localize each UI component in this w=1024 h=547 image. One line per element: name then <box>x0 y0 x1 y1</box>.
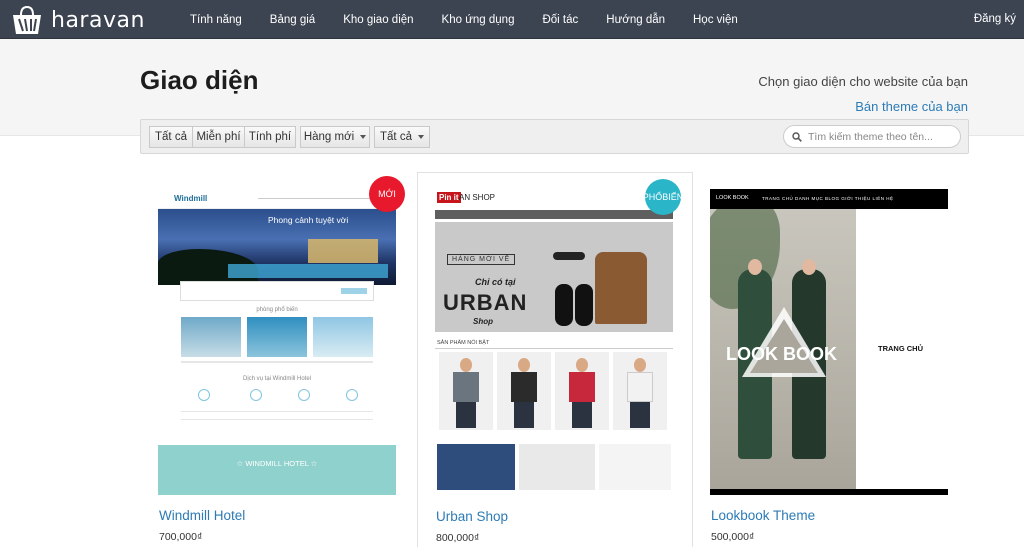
theme-search-box[interactable] <box>783 125 961 148</box>
theme-preview-lookbook[interactable]: LOOK BOOK TRANG CHỦ DANH MỤC BLOG GIỚI T… <box>710 189 948 495</box>
preview-hero-image: LOOK BOOK <box>710 209 856 489</box>
preview-service-icon <box>346 389 358 401</box>
preview-side-text: TRANG CHỦ <box>878 344 923 353</box>
preview-banner-text: ☆ WINDMILL HOTEL ☆ <box>236 459 318 468</box>
theme-card-urban[interactable]: Pin it AN SHOP HÀNG MỚI VỀ Chỉ có tại UR… <box>417 172 693 547</box>
preview-product <box>497 352 551 430</box>
shopping-bag-icon <box>13 5 41 34</box>
preview-header: LOOK BOOK TRANG CHỦ DANH MỤC BLOG GIỚI T… <box>710 189 948 209</box>
preview-service-icon <box>250 389 262 401</box>
preview-product <box>439 352 493 430</box>
preview-room-image <box>313 317 373 357</box>
preview-room-image <box>247 317 307 357</box>
preview-hero-image: HÀNG MỚI VỀ Chỉ có tại URBAN Shop <box>435 222 673 332</box>
category-dropdown-label: Tất cả <box>380 131 412 143</box>
preview-footer <box>710 489 948 495</box>
caret-down-icon <box>417 135 424 139</box>
preview-hero-big: URBAN <box>443 290 528 315</box>
theme-preview-urban[interactable]: Pin it AN SHOP HÀNG MỚI VỀ Chỉ có tại UR… <box>435 190 673 496</box>
preview-banner <box>599 444 671 490</box>
theme-price: 500,000₫ <box>711 531 755 543</box>
preview-hero-text: Phong cảnh tuyệt vời <box>268 215 349 225</box>
preview-banner <box>437 444 515 490</box>
caret-down-icon <box>360 135 367 139</box>
top-navbar: haravan Tính năng Bảng giá Kho giao diện… <box>0 0 1024 39</box>
nav-link-guides[interactable]: Hướng dẫn <box>606 14 665 26</box>
logo-text: haravan <box>51 7 145 33</box>
theme-name[interactable]: Lookbook Theme <box>711 508 815 523</box>
sell-theme-link[interactable]: Bán theme của bạn <box>855 99 968 114</box>
theme-price: 700,000₫ <box>159 531 203 543</box>
theme-name[interactable]: Urban Shop <box>436 509 508 524</box>
preview-service-icon <box>198 389 210 401</box>
search-icon <box>792 131 802 142</box>
preview-hero-text: LOOK BOOK <box>726 344 837 364</box>
nav-link-academy[interactable]: Học viện <box>693 14 738 26</box>
theme-price: 800,000₫ <box>436 532 480 544</box>
new-badge: MỚI <box>369 176 405 212</box>
theme-card-windmill[interactable]: Windmill Phong cảnh tuyệt vời phòng phổ … <box>141 172 417 547</box>
preview-banner <box>519 444 595 490</box>
sort-dropdown[interactable]: Hàng mới <box>300 126 370 148</box>
sort-dropdown-label: Hàng mới <box>303 131 355 143</box>
theme-search-input[interactable] <box>808 130 948 143</box>
popular-badge: PHỔ BIẾN <box>643 179 683 215</box>
register-link[interactable]: Đăng ký <box>974 13 1016 25</box>
preview-logo: Windmill <box>174 194 208 203</box>
preview-footer-banner: ☆ WINDMILL HOTEL ☆ <box>158 445 396 495</box>
preview-hero-image: Phong cảnh tuyệt vời <box>158 209 396 285</box>
nav-link-partners[interactable]: Đối tác <box>542 14 578 26</box>
preview-header: Windmill <box>158 189 396 209</box>
theme-preview-windmill[interactable]: Windmill Phong cảnh tuyệt vời phòng phổ … <box>158 189 396 495</box>
nav-link-apps[interactable]: Kho ứng dụng <box>442 14 515 26</box>
preview-hero-tag: HÀNG MỚI VỀ <box>447 254 516 265</box>
nav-link-pricing[interactable]: Bảng giá <box>270 14 315 26</box>
theme-card-lookbook[interactable]: LOOK BOOK TRANG CHỦ DANH MỤC BLOG GIỚI T… <box>693 172 969 547</box>
main-menu: Tính năng Bảng giá Kho giao diện Kho ứng… <box>176 0 752 39</box>
filter-free-button[interactable]: Miễn phí <box>192 126 245 148</box>
preview-logo: Pin it <box>437 192 461 203</box>
preview-header: Pin it AN SHOP <box>435 190 673 210</box>
nav-link-features[interactable]: Tính năng <box>190 14 242 26</box>
preview-section-title: Dịch vụ tại Windmill Hotel <box>242 376 312 382</box>
category-dropdown[interactable]: Tất cả <box>374 126 430 148</box>
preview-product <box>613 352 667 430</box>
preview-product <box>555 352 609 430</box>
preview-nav <box>435 210 673 219</box>
preview-booking-form <box>180 281 374 301</box>
preview-room-image <box>181 317 241 357</box>
filter-bar: Tất cả Miễn phí Tính phí Hàng mới Tất cả <box>140 119 969 154</box>
page-title: Giao diện <box>140 65 259 95</box>
preview-section-title: phòng phổ biến <box>256 307 298 313</box>
preview-hero-shop: Shop <box>473 317 493 326</box>
haravan-logo[interactable]: haravan <box>9 5 145 35</box>
filter-paid-button[interactable]: Tính phí <box>244 126 296 148</box>
nav-link-themes[interactable]: Kho giao diện <box>343 14 413 26</box>
preview-service-icon <box>298 389 310 401</box>
theme-name[interactable]: Windmill Hotel <box>159 508 245 523</box>
page-subtitle: Chọn giao diện cho website của bạn <box>758 74 968 89</box>
filter-all-button[interactable]: Tất cả <box>149 126 193 148</box>
preview-logo: LOOK BOOK <box>716 195 749 201</box>
preview-hero-line: Chỉ có tại <box>475 277 516 287</box>
preview-menu: TRANG CHỦ DANH MỤC BLOG GIỚI THIỆU LIÊN … <box>762 196 894 201</box>
preview-side-panel: TRANG CHỦ <box>856 209 948 489</box>
preview-logo-suffix: AN SHOP <box>459 193 496 202</box>
preview-section-title: SẢN PHẨM NỔI BẬT <box>437 340 490 346</box>
